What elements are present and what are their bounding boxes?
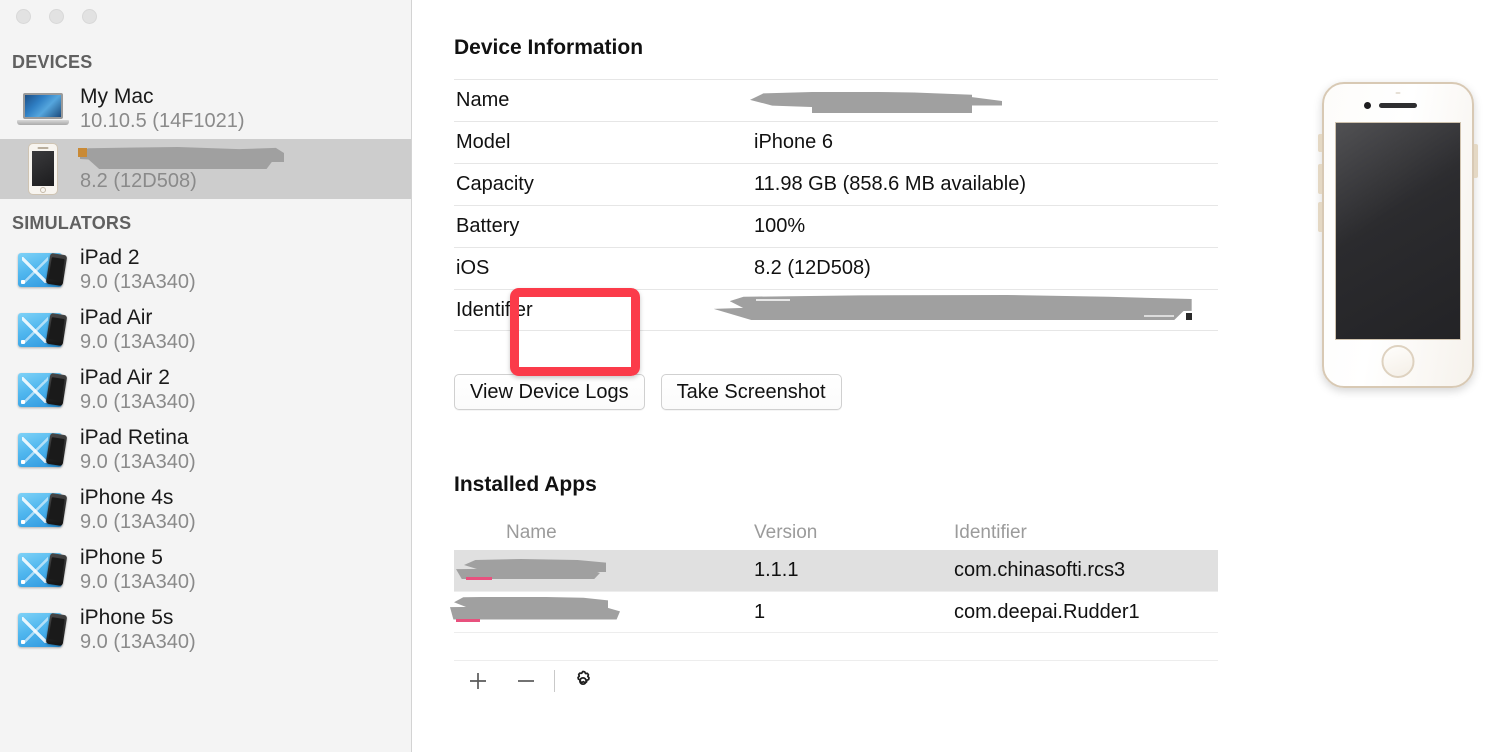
- sidebar-item-iphone-4s[interactable]: iPhone 4s 9.0 (13A340): [0, 480, 411, 540]
- remove-app-button[interactable]: [502, 661, 550, 701]
- sidebar-section-simulators-header: SIMULATORS: [12, 213, 132, 233]
- minus-icon: [518, 679, 534, 682]
- table-row[interactable]: 1.1.1 com.chinasofti.rcs3: [454, 550, 1218, 591]
- take-screenshot-button[interactable]: Take Screenshot: [660, 374, 842, 410]
- device-photo: [1318, 82, 1478, 388]
- gear-icon: [577, 670, 590, 685]
- row-value: 100%: [754, 215, 806, 237]
- zoom-button[interactable]: [82, 9, 97, 24]
- sidebar-item-subtitle: 9.0 (13A340): [80, 451, 196, 473]
- table-row-ios: iOS 8.2 (12D508): [454, 247, 1218, 289]
- row-label: iOS: [456, 257, 490, 279]
- sidebar-item-ipad-2[interactable]: iPad 2 9.0 (13A340): [0, 240, 411, 300]
- row-label: Name: [456, 89, 510, 111]
- simulator-icon: [12, 249, 74, 291]
- sidebar-item-subtitle: 9.0 (13A340): [80, 331, 196, 353]
- row-value-redacted: [713, 293, 1218, 327]
- table-row-model: Model iPhone 6: [454, 121, 1218, 163]
- add-app-button[interactable]: [454, 661, 502, 701]
- sidebar-item-title: iPad 2: [80, 246, 140, 269]
- iphone-icon: [12, 143, 74, 195]
- toolbar-separator: [554, 669, 555, 692]
- column-header-version[interactable]: Version: [754, 522, 954, 544]
- simulator-icon: [12, 489, 74, 531]
- sidebar-item-title: iPad Retina: [80, 426, 189, 449]
- column-header-identifier[interactable]: Identifier: [954, 522, 1218, 544]
- sidebar-item-subtitle: 9.0 (13A340): [80, 511, 196, 533]
- view-device-logs-button[interactable]: View Device Logs: [454, 374, 645, 410]
- sidebar-item-title: My Mac: [80, 85, 154, 108]
- sidebar-item-ipad-air-2[interactable]: iPad Air 2 9.0 (13A340): [0, 360, 411, 420]
- sidebar-item-iphone-5s[interactable]: iPhone 5s 9.0 (13A340): [0, 600, 411, 660]
- sidebar-item-title: iPad Air: [80, 306, 153, 329]
- sidebar-item-subtitle: 9.0 (13A340): [80, 571, 196, 593]
- simulator-icon: [12, 369, 74, 411]
- row-value: 8.2 (12D508): [754, 257, 871, 279]
- sidebar-item-ipad-air[interactable]: iPad Air 9.0 (13A340): [0, 300, 411, 360]
- app-settings-button[interactable]: [559, 661, 607, 701]
- sidebar-item-title: iPhone 5: [80, 546, 163, 569]
- app-version: 1.1.1: [754, 559, 799, 581]
- simulator-icon: [12, 429, 74, 471]
- sidebar-item-subtitle: 10.10.5 (14F1021): [80, 110, 245, 132]
- row-value: 11.98 GB (858.6 MB available): [754, 173, 1027, 195]
- window-traffic-lights: [0, 0, 411, 38]
- table-row[interactable]: 1 com.deepai.Rudder1: [450, 591, 1218, 633]
- app-name-redacted: [454, 550, 754, 591]
- installed-apps-title: Installed Apps: [454, 473, 597, 496]
- sidebar-item-title-redacted: [78, 144, 411, 169]
- sidebar-item-subtitle: 9.0 (13A340): [80, 391, 196, 413]
- device-information-title: Device Information: [454, 36, 644, 59]
- main-content: Device Information Name Model iPhone 6 C…: [412, 0, 1498, 752]
- table-row-identifier: Identifier: [454, 289, 1218, 331]
- macbook-icon: [12, 91, 74, 127]
- sidebar-item-subtitle: 9.0 (13A340): [80, 271, 196, 293]
- row-label: Battery: [456, 215, 520, 237]
- table-row-battery: Battery 100%: [454, 205, 1218, 247]
- column-header-name[interactable]: Name: [454, 522, 754, 544]
- device-information-table: Name Model iPhone 6 Capacity 11.98 GB (8…: [454, 79, 1218, 331]
- plus-icon: [470, 672, 486, 689]
- simulator-icon: [12, 549, 74, 591]
- simulator-icon: [12, 309, 74, 351]
- sidebar: DEVICES My Mac 10.10.5 (14F1021) 8.2 (12…: [0, 0, 412, 752]
- installed-apps-toolbar: [454, 660, 1218, 700]
- table-row-name: Name: [454, 79, 1218, 121]
- row-label: Capacity: [456, 173, 534, 195]
- app-identifier: com.deepai.Rudder1: [954, 600, 1140, 623]
- simulator-icon: [12, 609, 74, 651]
- close-button[interactable]: [16, 9, 31, 24]
- sidebar-item-my-mac[interactable]: My Mac 10.10.5 (14F1021): [0, 79, 411, 139]
- row-label: Identifier: [456, 298, 533, 321]
- sidebar-item-ipad-retina[interactable]: iPad Retina 9.0 (13A340): [0, 420, 411, 480]
- row-value: iPhone 6: [754, 131, 833, 153]
- app-name-redacted: [450, 592, 754, 633]
- row-label: Model: [456, 131, 511, 153]
- sidebar-section-devices-header: DEVICES: [12, 52, 93, 72]
- sidebar-item-iphone-5[interactable]: iPhone 5 9.0 (13A340): [0, 540, 411, 600]
- sidebar-item-subtitle: 9.0 (13A340): [80, 631, 196, 653]
- table-row-capacity: Capacity 11.98 GB (858.6 MB available): [454, 163, 1218, 205]
- sidebar-item-title: iPad Air 2: [80, 366, 170, 389]
- sidebar-item-connected-iphone[interactable]: 8.2 (12D508): [0, 139, 411, 199]
- row-value-redacted: [750, 86, 1214, 116]
- installed-apps-table: Name Version Identifier 1.1.1 com.chinas…: [450, 516, 1218, 673]
- device-actions: View Device Logs Take Screenshot: [454, 374, 842, 410]
- sidebar-item-title: iPhone 5s: [80, 606, 174, 629]
- sidebar-item-subtitle: 8.2 (12D508): [80, 170, 197, 192]
- app-version: 1: [754, 600, 766, 623]
- app-identifier: com.chinasofti.rcs3: [954, 559, 1126, 581]
- device-manager-window: DEVICES My Mac 10.10.5 (14F1021) 8.2 (12…: [0, 0, 1498, 752]
- table-header-row: Name Version Identifier: [454, 516, 1218, 550]
- sidebar-item-title: iPhone 4s: [80, 486, 174, 509]
- minimize-button[interactable]: [49, 9, 64, 24]
